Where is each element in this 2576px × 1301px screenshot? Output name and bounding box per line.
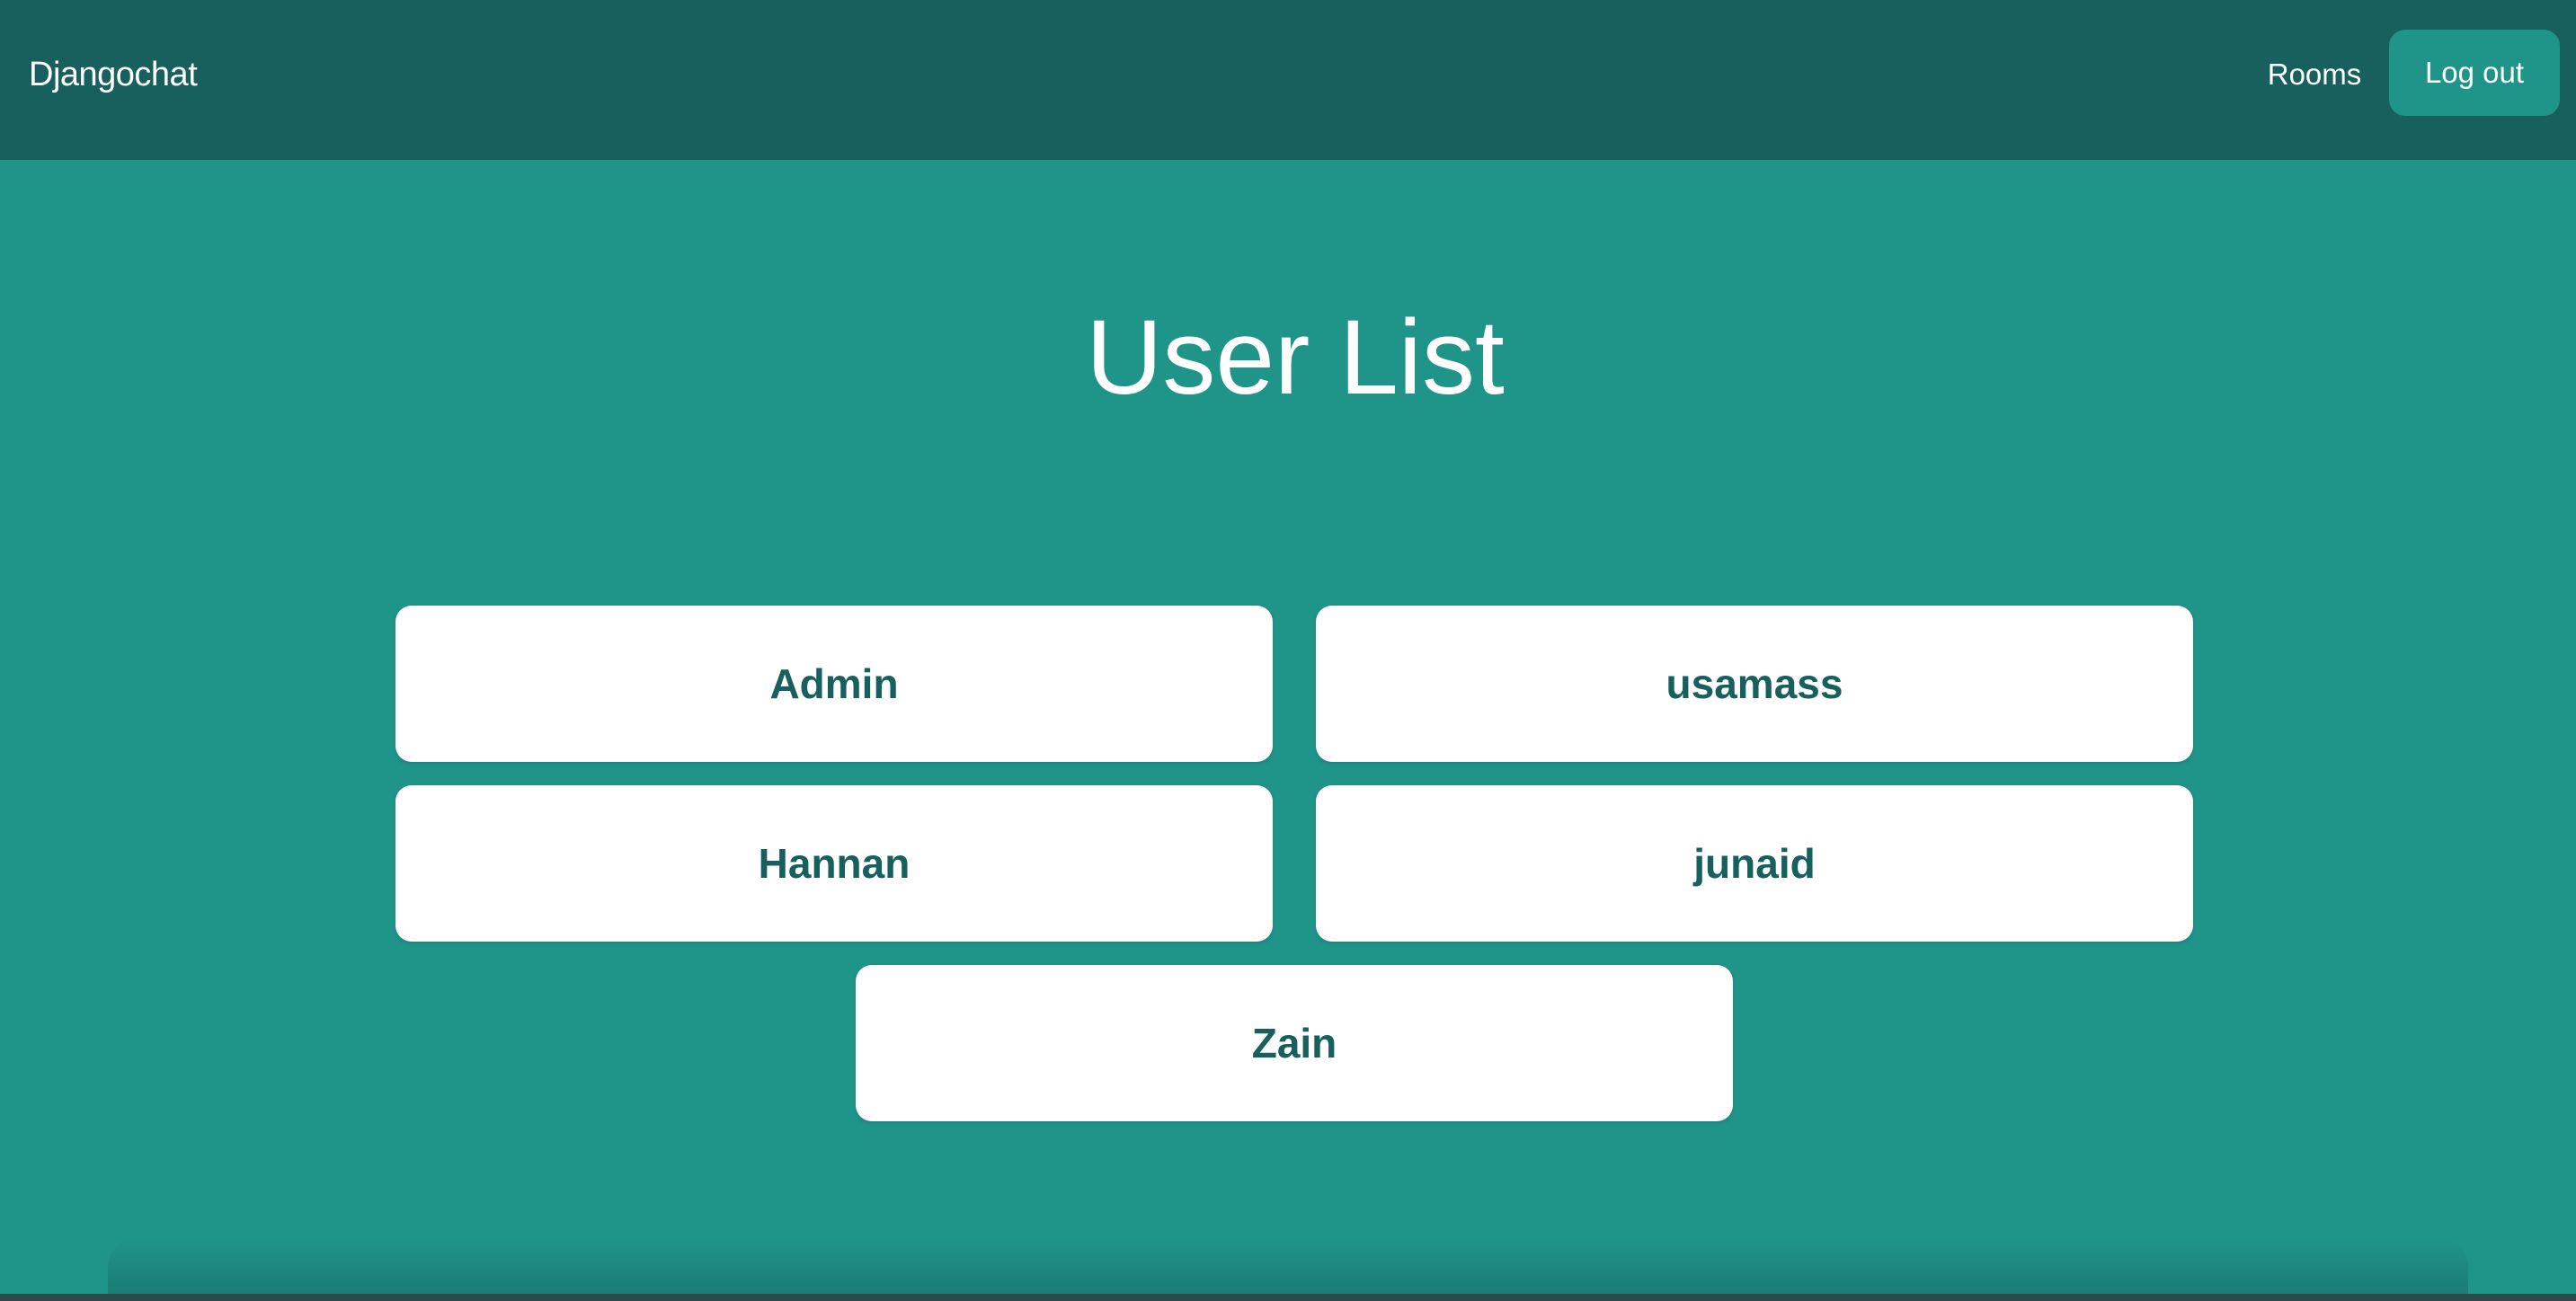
user-card-admin[interactable]: Admin bbox=[395, 606, 1273, 762]
window-bottom-edge bbox=[0, 1294, 2576, 1301]
user-card-zain[interactable]: Zain bbox=[856, 965, 1733, 1121]
page-title: User List bbox=[1086, 298, 1505, 417]
logout-button[interactable]: Log out bbox=[2389, 30, 2560, 116]
top-navbar: Djangochat Rooms Log out bbox=[0, 0, 2576, 160]
brand-link[interactable]: Djangochat bbox=[29, 0, 198, 149]
user-card-usamass[interactable]: usamass bbox=[1316, 606, 2193, 762]
main-content: User List Admin usamass Hannan junaid Za… bbox=[0, 160, 2576, 1294]
user-card-hannan[interactable]: Hannan bbox=[395, 785, 1273, 942]
rooms-link[interactable]: Rooms bbox=[2256, 0, 2373, 149]
bottom-shadow bbox=[108, 1240, 2468, 1294]
user-card-junaid[interactable]: junaid bbox=[1316, 785, 2193, 942]
